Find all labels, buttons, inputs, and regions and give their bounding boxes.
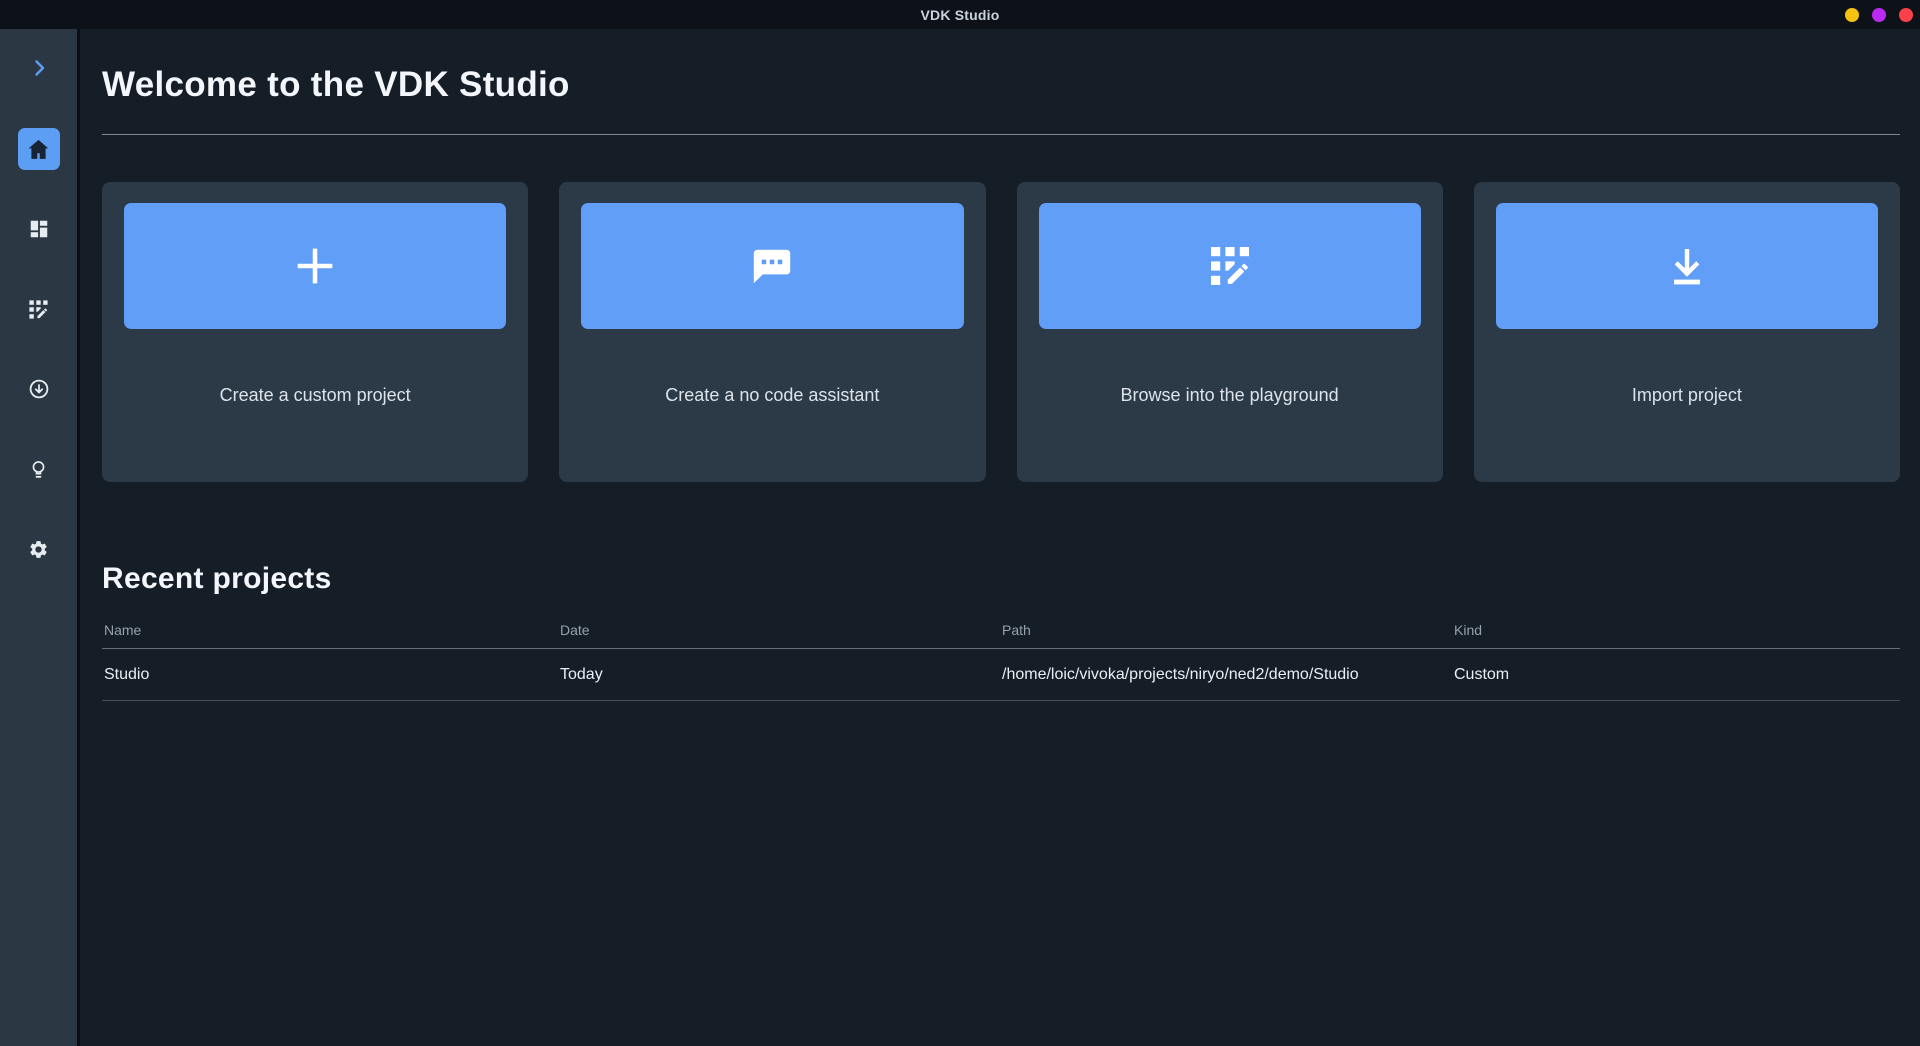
main-content: Welcome to the VDK Studio Create a custo… [80,29,1920,1046]
card-browse-playground[interactable]: Browse into the playground [1016,182,1443,482]
table-row[interactable]: Studio Today /home/loic/vivoka/projects/… [102,649,1900,701]
grid-edit-icon [29,299,48,319]
window-control-purple[interactable] [1872,7,1886,22]
gear-icon [30,540,47,558]
card-create-custom-project[interactable]: Create a custom project [102,182,529,482]
window-title: VDK Studio [920,6,1000,23]
window-controls [1845,0,1913,29]
plus-icon [297,248,333,284]
download-icon [1673,249,1700,285]
browse-playground-button[interactable] [1038,203,1421,329]
page-title: Welcome to the VDK Studio [102,65,570,104]
sidebar-item-import[interactable] [18,368,60,410]
table-header-row: Name Date Path Kind [102,622,1900,649]
column-header-path: Path [1002,622,1031,638]
chevron-right-icon [34,60,44,76]
card-create-no-code-assistant[interactable]: Create a no code assistant [559,182,986,482]
grid-edit-icon [1210,247,1249,285]
heading-divider [102,134,1900,135]
cell-name: Studio [104,665,150,683]
sidebar-item-settings[interactable] [18,528,60,570]
sidebar-item-tips[interactable] [18,448,60,490]
cell-date: Today [560,665,603,683]
card-import-project[interactable]: Import project [1473,182,1900,482]
recent-projects-title: Recent projects [102,562,332,595]
window-control-red[interactable] [1899,7,1913,22]
cell-kind: Custom [1454,665,1510,683]
column-header-date: Date [560,622,590,638]
sidebar-item-home[interactable] [17,128,60,170]
sidebar-item-playground[interactable] [18,288,60,330]
cell-path: /home/loic/vivoka/projects/niryo/ned2/de… [1002,665,1359,683]
column-header-name: Name [104,622,142,638]
create-no-code-assistant-button[interactable] [581,203,964,329]
card-label: Import project [1631,385,1742,405]
column-header-kind: Kind [1454,622,1483,638]
action-cards: Create a custom project Create a no code… [102,182,1900,482]
home-icon [28,139,49,159]
sidebar-expand-button[interactable] [18,55,60,81]
arrow-circle-down-icon [29,379,48,399]
window-control-yellow[interactable] [1845,7,1859,22]
recent-projects-table: Name Date Path Kind Studio Today /home/l… [102,622,1900,701]
card-label: Create a custom project [219,385,411,405]
chat-icon [754,249,791,284]
titlebar: VDK Studio [0,0,1920,29]
import-project-button[interactable] [1495,203,1878,329]
card-label: Create a no code assistant [665,385,880,405]
app-body: Welcome to the VDK Studio Create a custo… [0,29,1920,1046]
sidebar [0,29,80,1046]
card-label: Browse into the playground [1120,385,1339,405]
dashboard-icon [30,220,47,238]
sidebar-item-dashboard[interactable] [18,208,60,250]
create-custom-project-button[interactable] [124,203,507,329]
lightbulb-icon [32,460,45,478]
